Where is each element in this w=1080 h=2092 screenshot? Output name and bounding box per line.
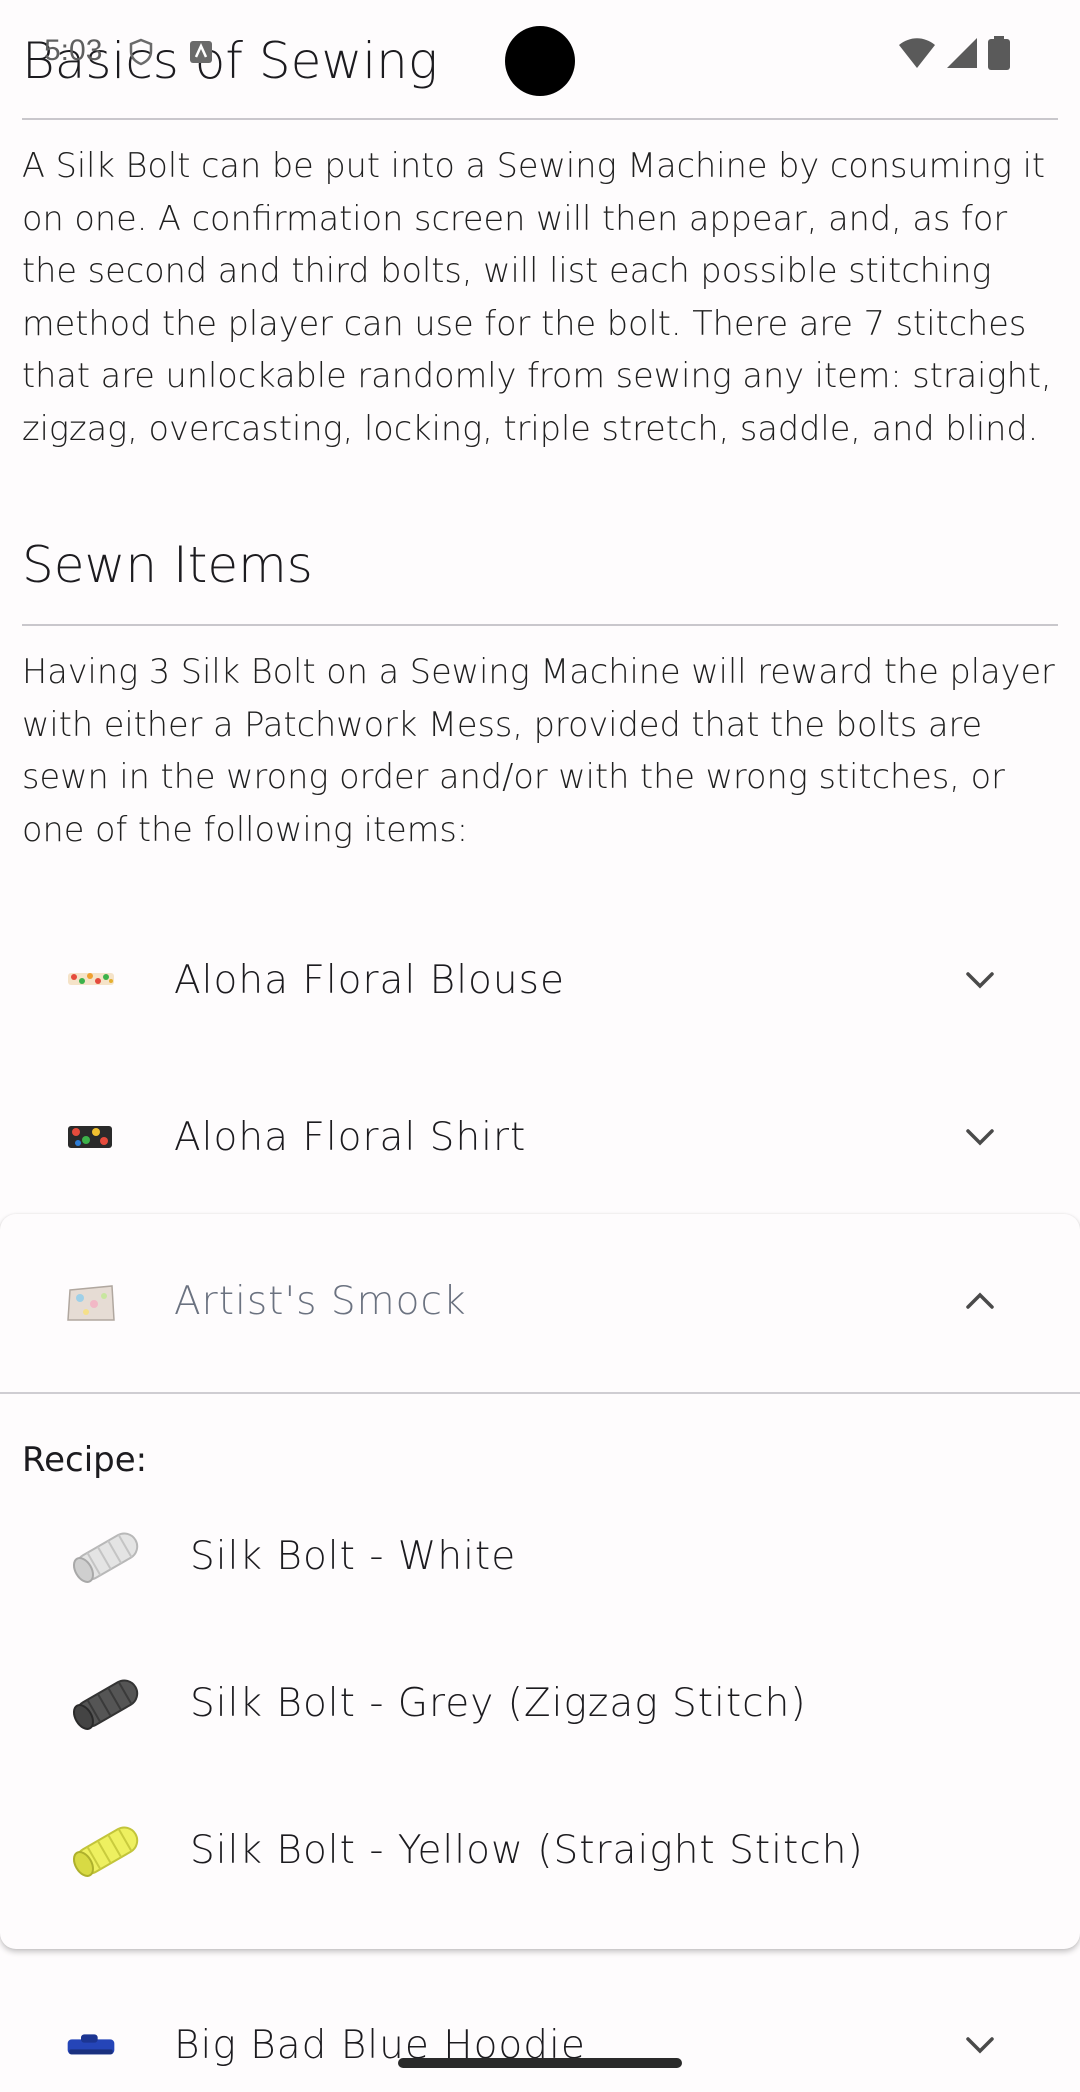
recipe-entry-text: Silk Bolt - Yellow (Straight Stitch)	[190, 1828, 864, 1873]
big-bad-blue-hoodie-icon	[67, 2034, 115, 2055]
title-divider	[22, 118, 1058, 120]
chevron-down-icon[interactable]	[960, 960, 1000, 1000]
list-item-aloha-floral-shirt[interactable]: Aloha Floral Shirt	[0, 1062, 1080, 1212]
camera-cutout	[505, 26, 575, 96]
list-item-artists-smock[interactable]: Artist's Smock	[0, 1226, 1080, 1376]
chevron-down-icon[interactable]	[960, 2025, 1000, 2065]
aloha-floral-blouse-icon	[68, 973, 114, 985]
item-label: Aloha Floral Blouse	[174, 957, 565, 1003]
chevron-down-icon[interactable]	[960, 1117, 1000, 1157]
section-paragraph: Having 3 Silk Bolt on a Sewing Machine w…	[22, 652, 1055, 849]
section-title: Sewn Items	[22, 536, 313, 594]
silk-bolt-grey-icon	[72, 1679, 139, 1730]
recipe-entry[interactable]: Silk Bolt - White	[0, 1500, 1080, 1620]
notification-icon	[190, 41, 212, 63]
expanded-item-card: Artist's Smock Recipe: Silk Bolt - White	[0, 1214, 1080, 1949]
aloha-floral-shirt-icon	[68, 1126, 112, 1148]
list-item-aloha-floral-blouse[interactable]: Aloha Floral Blouse	[0, 905, 1080, 1055]
shield-icon	[129, 38, 153, 66]
status-time: 5:03	[44, 34, 103, 67]
section-divider	[22, 624, 1058, 626]
silk-bolt-yellow-icon	[72, 1826, 139, 1877]
recipe-entry[interactable]: Silk Bolt - Grey (Zigzag Stitch)	[0, 1647, 1080, 1767]
screen: 5:03 Basics of Sewing A Silk Bolt can be…	[0, 0, 1080, 2092]
item-label: Aloha Floral Shirt	[174, 1114, 527, 1160]
artists-smock-icon	[67, 1285, 115, 1321]
recipe-entry-text: Silk Bolt - White	[190, 1534, 517, 1579]
silk-bolt-white-icon	[72, 1532, 139, 1583]
signal-icon	[947, 38, 977, 68]
intro-paragraph: A Silk Bolt can be put into a Sewing Mac…	[22, 146, 1052, 448]
item-label: Artist's Smock	[174, 1278, 467, 1324]
recipe-entry-text: Silk Bolt - Grey (Zigzag Stitch)	[190, 1681, 807, 1726]
card-divider	[0, 1392, 1080, 1394]
wifi-icon	[899, 38, 935, 68]
recipe-label: Recipe:	[22, 1440, 148, 1480]
status-bar: 5:03	[0, 0, 1080, 110]
battery-icon	[988, 36, 1010, 70]
home-indicator[interactable]	[398, 2058, 682, 2068]
chevron-up-icon[interactable]	[960, 1281, 1000, 1321]
status-icons	[898, 36, 1010, 70]
list-item-big-bad-blue-hoodie[interactable]: Big Bad Blue Hoodie	[0, 1970, 1080, 2092]
recipe-entry[interactable]: Silk Bolt - Yellow (Straight Stitch)	[0, 1794, 1080, 1914]
